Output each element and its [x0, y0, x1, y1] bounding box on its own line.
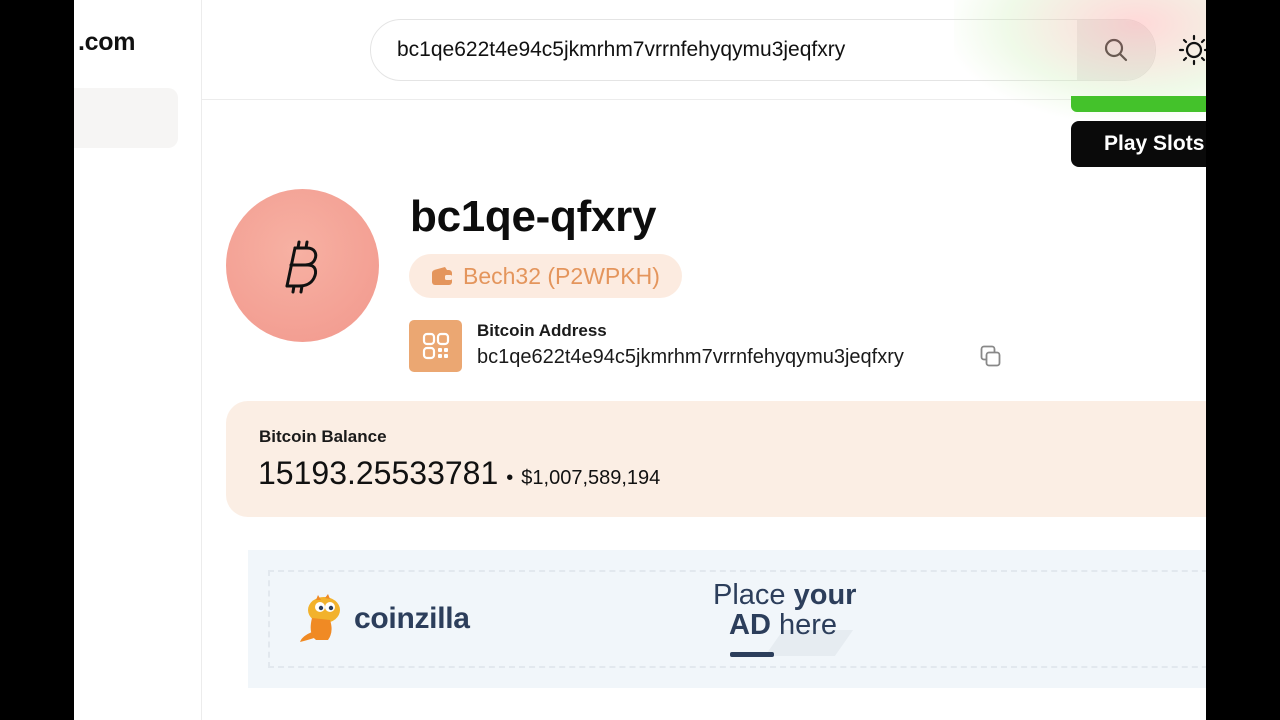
- ad-underline: [730, 652, 774, 657]
- qr-icon: [422, 332, 449, 360]
- ad-brand-text: coinzilla: [354, 602, 470, 635]
- bitcoin-icon: [285, 240, 317, 293]
- balance-usd: $1,007,589,194: [521, 467, 661, 489]
- balance-row: 15193.25533781 • $1,007,589,194: [258, 455, 660, 492]
- promo-button-green[interactable]: [1071, 96, 1206, 112]
- ad-cta-ad: AD: [729, 609, 771, 641]
- coinzilla-logo: coinzilla: [298, 594, 470, 644]
- search-icon: [1104, 38, 1128, 62]
- bitcoin-avatar: [226, 189, 379, 342]
- theme-toggle-button[interactable]: [1178, 34, 1206, 66]
- balance-separator: •: [506, 467, 514, 489]
- bitcoin-address-label: Bitcoin Address: [477, 321, 607, 340]
- browser-viewport: .com Play Slots: [74, 0, 1206, 720]
- site-logo[interactable]: .com: [78, 28, 135, 57]
- balance-btc: 15193.25533781: [258, 455, 499, 491]
- balance-card: Bitcoin Balance 15193.25533781 • $1,007,…: [226, 401, 1206, 517]
- top-header: [202, 0, 1206, 100]
- address-type-badge: Bech32 (P2WPKH): [409, 254, 682, 298]
- ad-cta-place: Place: [713, 579, 794, 611]
- ad-cta-your: your: [793, 579, 857, 611]
- bitcoin-address-value[interactable]: bc1qe622t4e94c5jkmrhm7vrrnfehyqymu3jeqfx…: [477, 346, 904, 369]
- ad-banner[interactable]: coinzilla Place your AD here: [248, 550, 1206, 688]
- qr-code-button[interactable]: [409, 320, 462, 372]
- sidebar: .com: [74, 0, 202, 720]
- ad-cta-text: Place your AD here: [713, 580, 856, 640]
- wallet-icon: [432, 267, 452, 285]
- search-button[interactable]: [1077, 20, 1155, 80]
- copy-address-button[interactable]: [980, 345, 1002, 369]
- copy-icon: [980, 345, 1001, 367]
- address-title: bc1qe-qfxry: [410, 192, 657, 241]
- address-type-label: Bech32 (P2WPKH): [463, 262, 660, 289]
- search-input[interactable]: [397, 20, 1067, 80]
- balance-label: Bitcoin Balance: [259, 427, 387, 446]
- coinzilla-mascot-icon: [300, 594, 340, 642]
- search-bar: [370, 19, 1156, 81]
- sidebar-nav-item[interactable]: [74, 88, 178, 148]
- ad-cta-here: here: [770, 609, 837, 641]
- sun-icon: [1178, 34, 1206, 66]
- play-slots-button[interactable]: Play Slots: [1071, 121, 1206, 167]
